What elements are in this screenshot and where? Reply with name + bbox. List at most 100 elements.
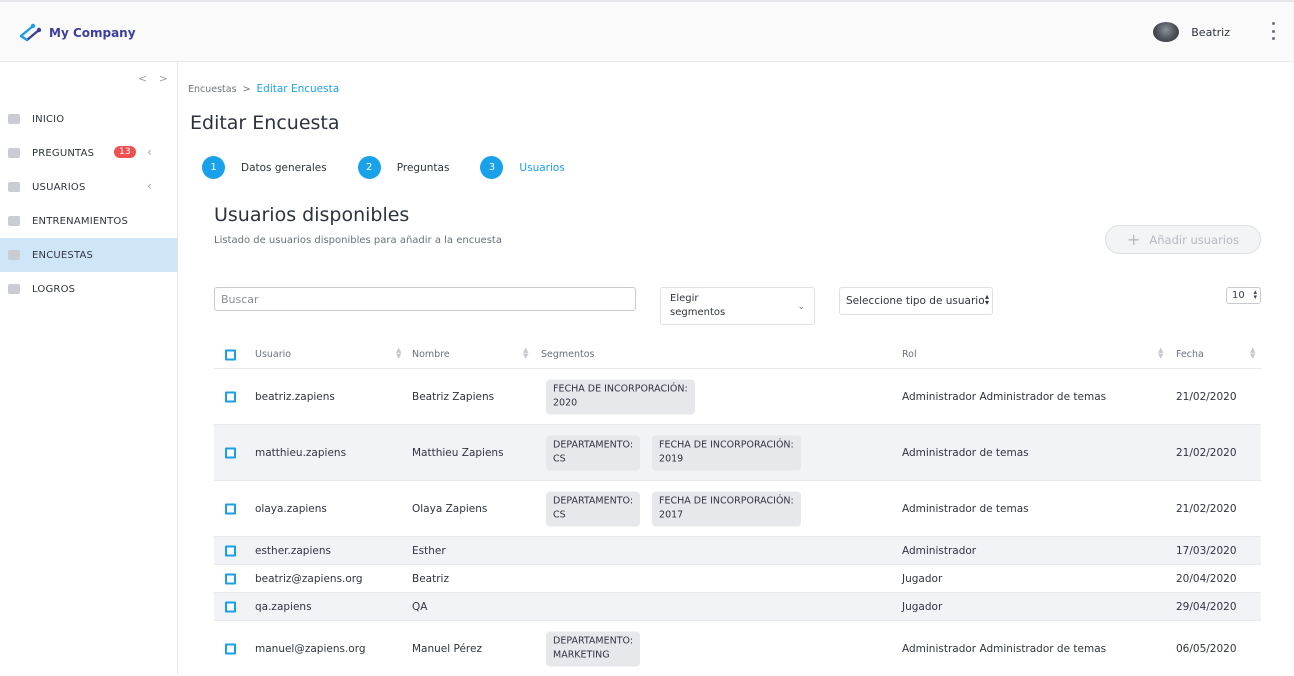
cell-fecha: 17/03/2020	[1176, 544, 1237, 557]
breadcrumb: Encuestas > Editar Encuesta	[188, 83, 339, 95]
role-select-placeholder: Seleccione tipo de usuario	[846, 295, 985, 307]
segments-select[interactable]: Elegir segmentos ⌄	[660, 287, 815, 325]
table-body: beatriz.zapiens Beatriz Zapiens FECHA DE I…	[214, 368, 1261, 676]
sidebar-collapse-toggle[interactable]: < >	[138, 72, 172, 85]
segment-chip-key: FECHA DE INCORPORACIÓN:	[553, 383, 688, 394]
role-type-select[interactable]: Seleccione tipo de usuario ▴ ▾	[839, 287, 993, 315]
page-size-value: 10	[1232, 290, 1245, 301]
page-size-select[interactable]: 10 ▴ ▾	[1226, 287, 1261, 304]
step-usuarios[interactable]: 3 Usuarios	[480, 156, 565, 179]
segment-chip-value: CS	[553, 509, 566, 520]
chevron-left-icon[interactable]: ‹	[147, 145, 152, 159]
home-icon	[8, 114, 20, 124]
main-content: Encuestas > Editar Encuesta Editar Encue…	[178, 62, 1294, 674]
add-users-button[interactable]: + Añadir usuarios	[1105, 225, 1261, 254]
step-number: 3	[480, 156, 504, 179]
row-checkbox[interactable]	[225, 643, 236, 654]
segment-chip-value: CS	[553, 453, 566, 464]
cell-fecha: 20/04/2020	[1176, 572, 1237, 585]
sidebar-item-label: INICIO	[32, 113, 65, 125]
segment-chip-value: 2017	[659, 509, 684, 520]
cell-fecha: 21/02/2020	[1176, 502, 1237, 515]
sort-icon[interactable]: ▲ ▼	[1158, 347, 1163, 360]
step-label: Preguntas	[396, 161, 450, 174]
avatar	[1153, 22, 1180, 42]
column-header-usuario[interactable]: Usuario	[255, 349, 291, 360]
column-header-nombre[interactable]: Nombre	[412, 349, 450, 360]
breadcrumb-parent[interactable]: Encuestas	[188, 84, 237, 95]
sort-icon[interactable]: ▲ ▼	[1250, 347, 1255, 360]
column-header-rol[interactable]: Rol	[902, 349, 917, 360]
select-all-checkbox[interactable]	[225, 349, 236, 361]
sidebar-item-logros[interactable]: LOGROS	[0, 272, 177, 306]
cell-rol: Jugador	[902, 600, 943, 613]
cell-fecha: 21/02/2020	[1176, 390, 1237, 403]
sidebar-item-label: LOGROS	[32, 283, 76, 295]
step-number: 1	[202, 156, 225, 179]
cell-fecha: 29/04/2020	[1176, 600, 1237, 613]
users-table: Usuario ▲ ▼ Nombre ▲ ▼ Segmentos Rol ▲ ▼ Fe…	[214, 342, 1261, 676]
sidebar-item-entrenamientos[interactable]: ENTRENAMIENTOS	[0, 204, 177, 238]
breadcrumb-current: Editar Encuesta	[256, 83, 340, 95]
more-options-icon[interactable]	[1269, 22, 1277, 40]
table-row[interactable]: beatriz.zapiens Beatriz Zapiens FECHA DE I…	[214, 368, 1261, 424]
segment-chip-value: 2020	[553, 397, 578, 408]
step-preguntas[interactable]: 2 Preguntas	[357, 156, 450, 179]
questions-icon	[8, 148, 20, 158]
sidebar-item-encuestas[interactable]: ENCUESTAS	[0, 238, 177, 272]
sidebar-item-preguntas[interactable]: PREGUNTAS 13 ‹	[0, 136, 177, 170]
user-menu[interactable]: Beatriz	[1153, 22, 1230, 42]
section-title: Usuarios disponibles	[214, 204, 410, 226]
segments-select-line1: Elegir	[670, 293, 699, 304]
cell-nombre: Beatriz Zapiens	[412, 390, 495, 403]
row-checkbox[interactable]	[225, 391, 236, 402]
cell-rol: Administrador de temas	[902, 446, 1029, 459]
graduation-icon	[8, 216, 20, 226]
step-label: Datos generales	[241, 161, 327, 174]
cell-nombre: Olaya Zapiens	[412, 502, 488, 515]
search-input[interactable]	[214, 287, 636, 311]
sort-icon[interactable]: ▲ ▼	[523, 347, 528, 360]
select-arrows-icon: ▴ ▾	[983, 292, 989, 307]
table-row[interactable]: qa.zapiens QA Jugador 29/04/2020	[214, 592, 1261, 620]
add-users-label: Añadir usuarios	[1149, 232, 1240, 247]
cell-rol: Administrador	[902, 544, 977, 557]
wizard-steps: 1 Datos generales 2 Preguntas 3 Usuarios	[202, 156, 596, 179]
sort-icon[interactable]: ▲ ▼	[396, 347, 401, 360]
row-checkbox[interactable]	[225, 573, 236, 584]
trophy-icon	[8, 284, 20, 294]
table-row[interactable]: manuel@zapiens.org Manuel Pérez DEPARTAMEN…	[214, 620, 1261, 676]
select-arrows-icon: ▴ ▾	[1253, 288, 1257, 301]
cell-usuario: manuel@zapiens.org	[255, 642, 366, 655]
brand[interactable]: My Company	[18, 22, 136, 44]
row-checkbox[interactable]	[225, 545, 236, 556]
column-header-fecha[interactable]: Fecha	[1176, 349, 1204, 360]
row-checkbox[interactable]	[225, 447, 236, 458]
user-name: Beatriz	[1191, 25, 1230, 39]
section-subtitle: Listado de usuarios disponibles para aña…	[214, 235, 502, 246]
sidebar-item-inicio[interactable]: INICIO	[0, 102, 177, 136]
chevron-left-icon[interactable]: ‹	[147, 179, 152, 193]
cell-usuario: qa.zapiens	[255, 600, 312, 613]
table-row[interactable]: matthieu.zapiens Matthieu Zapiens DEPARTAM…	[214, 424, 1261, 480]
table-row[interactable]: beatriz@zapiens.org Beatriz Jugador 20/04/2…	[214, 564, 1261, 592]
table-row[interactable]: esther.zapiens Esther Administrador 17/03/2…	[214, 536, 1261, 564]
sidebar-item-usuarios[interactable]: USUARIOS ‹	[0, 170, 177, 204]
chevron-down-icon: ⌄	[797, 302, 805, 312]
step-datos-generales[interactable]: 1 Datos generales	[202, 156, 327, 179]
table-row[interactable]: olaya.zapiens Olaya Zapiens DEPARTAMENTO: C…	[214, 480, 1261, 536]
segment-chip: DEPARTAMENTO: MARKETING	[546, 631, 641, 666]
breadcrumb-separator-icon: >	[242, 83, 251, 95]
top-bar: My Company Beatriz	[0, 0, 1294, 62]
cell-fecha: 06/05/2020	[1176, 642, 1237, 655]
sidebar-item-label: PREGUNTAS	[32, 147, 95, 159]
segment-chips: DEPARTAMENTO: CS FECHA DE INCORPORACIÓN: 20…	[546, 491, 801, 526]
segment-chips: DEPARTAMENTO: CS FECHA DE INCORPORACIÓN: 20…	[546, 435, 801, 470]
column-header-segmentos: Segmentos	[541, 349, 595, 360]
segment-chip: FECHA DE INCORPORACIÓN: 2017	[652, 491, 801, 526]
row-checkbox[interactable]	[225, 503, 236, 514]
row-checkbox[interactable]	[225, 601, 236, 612]
plus-icon: +	[1126, 229, 1141, 249]
segment-chip-key: DEPARTAMENTO:	[553, 495, 634, 506]
segment-chip-key: FECHA DE INCORPORACIÓN:	[659, 439, 794, 450]
